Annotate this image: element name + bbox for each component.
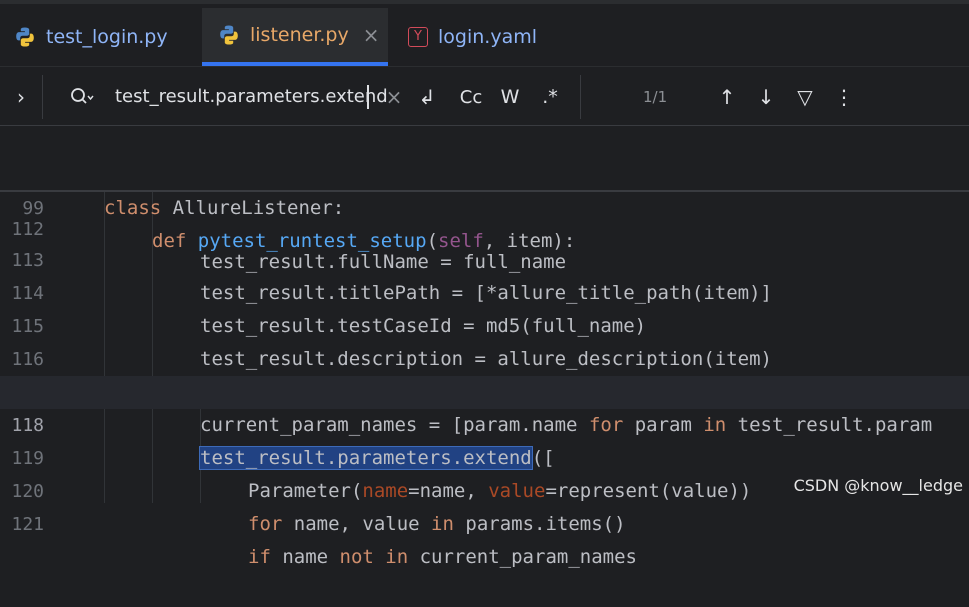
previous-match-icon[interactable]: ↑ <box>714 67 740 127</box>
expand-chevron-icon[interactable]: › <box>8 67 34 127</box>
find-bar: › test_result.parameters.extend × ↲ Cc W… <box>0 66 969 126</box>
watermark: CSDN @know__ledge <box>793 476 963 495</box>
tab-label: listener.py <box>250 24 349 46</box>
next-match-icon[interactable]: ↓ <box>753 67 779 127</box>
tab-label: login.yaml <box>438 26 537 48</box>
sticky-header-divider <box>0 190 969 192</box>
more-options-icon[interactable]: ⋮ <box>832 67 856 127</box>
tab-label: test_login.py <box>46 26 168 48</box>
code-line: 119 Parameter(name=name, value=represent… <box>0 409 969 502</box>
line-number: 121 <box>11 514 44 535</box>
filter-icon[interactable]: ▽ <box>792 67 818 127</box>
tab-listener[interactable]: listener.py × <box>202 8 388 66</box>
python-icon <box>16 27 34 47</box>
code-text: def pytest_runtest_setup(self, item): <box>152 230 576 252</box>
code-line-current: 118 test_result.parameters.extend([ <box>0 376 969 470</box>
clear-search-icon[interactable]: × <box>382 67 406 127</box>
search-history-button[interactable] <box>66 67 98 127</box>
code-line: 120 for name, value in params.items() <box>0 442 969 535</box>
divider <box>42 75 43 119</box>
code-line: 117 current_param_names = [param.name fo… <box>0 343 969 436</box>
whole-words-button[interactable]: W <box>496 67 524 127</box>
line-number: 99 <box>22 198 44 219</box>
python-icon <box>220 25 238 45</box>
code-text: class AllureListener: <box>104 197 345 219</box>
match-count: 1/1 <box>643 88 668 106</box>
text-caret <box>367 85 369 109</box>
replace-toggle-icon[interactable]: ↲ <box>414 67 440 127</box>
code-line: 115 test_result.description = allure_des… <box>0 277 969 370</box>
editor-tab-bar: test_login.py listener.py × Y login.yaml <box>0 0 969 66</box>
regex-button[interactable]: .* <box>536 67 564 127</box>
code-line: 116 test_result.descriptionHtml = allure… <box>0 310 969 403</box>
yaml-icon: Y <box>408 27 428 47</box>
code-editor[interactable]: 112 test_result.fullName = full_name 113… <box>0 126 969 568</box>
sticky-header-line[interactable]: 32 class AllureListener: <box>0 126 969 219</box>
code-text: for name, value in params.items() <box>248 513 626 535</box>
search-input[interactable]: test_result.parameters.extend <box>115 67 388 127</box>
tab-login-yaml[interactable]: Y login.yaml <box>408 8 537 66</box>
sticky-header-line[interactable]: 99 def pytest_runtest_setup(self, item): <box>0 159 969 252</box>
close-icon[interactable]: × <box>363 23 380 47</box>
search-icon <box>71 88 94 104</box>
divider <box>580 75 581 119</box>
match-case-button[interactable]: Cc <box>455 67 487 127</box>
tab-test-login[interactable]: test_login.py <box>14 8 168 66</box>
code-text: if name not in current_param_names <box>248 546 637 568</box>
